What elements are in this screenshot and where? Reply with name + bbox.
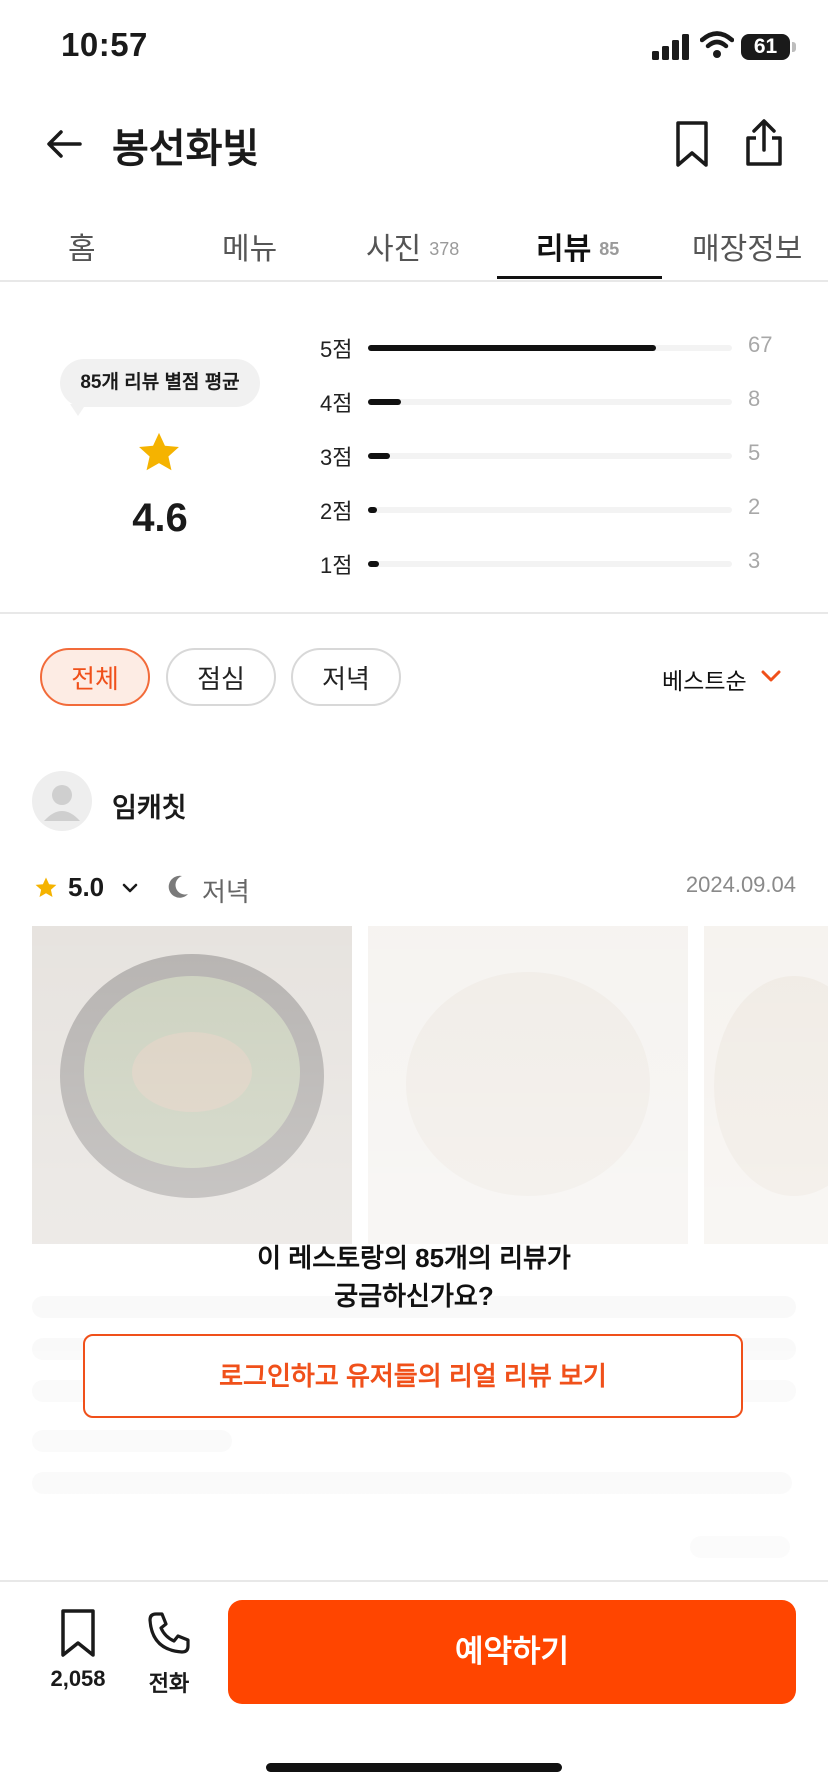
chevron-down-icon[interactable] bbox=[122, 882, 138, 894]
login-to-view-reviews-button[interactable]: 로그인하고 유저들의 리얼 리뷰 보기 bbox=[83, 1334, 743, 1418]
page-title: 봉선화빛 bbox=[112, 127, 260, 171]
phone-icon[interactable] bbox=[146, 1610, 192, 1656]
rating-bar-fill bbox=[368, 561, 379, 567]
star-icon bbox=[35, 877, 57, 897]
user-silhouette-icon bbox=[44, 785, 80, 821]
rating-count: 67 bbox=[748, 332, 773, 357]
tab-count: 85 bbox=[599, 239, 620, 259]
average-rating: 4.6 bbox=[132, 496, 188, 540]
bookmark-icon[interactable] bbox=[672, 120, 712, 168]
rating-summary-bubble: 85개 리뷰 별점 평균 bbox=[60, 359, 260, 407]
rating-label: 5점 bbox=[320, 337, 353, 362]
login-prompt-line2: 궁금하신가요? bbox=[334, 1281, 494, 1311]
status-time: 10:57 bbox=[61, 26, 148, 63]
star-icon bbox=[139, 432, 179, 471]
home-indicator bbox=[266, 1763, 562, 1772]
review-meal-time: 저녁 bbox=[202, 877, 250, 907]
login-prompt-line1: 이 레스토랑의 85개의 리뷰가 bbox=[257, 1243, 571, 1273]
sort-dropdown[interactable]: 베스트순 bbox=[662, 662, 747, 696]
chevron-down-icon[interactable] bbox=[760, 668, 782, 684]
save-count: 2,058 bbox=[50, 1666, 106, 1691]
filter-chip-lunch[interactable]: 점심 bbox=[166, 648, 276, 706]
rating-label: 1점 bbox=[320, 553, 353, 578]
tab-reviews[interactable]: 리뷰 85 bbox=[536, 224, 619, 268]
rating-distribution-row: 5점 67 bbox=[320, 332, 780, 362]
battery-indicator: 61 bbox=[741, 34, 790, 60]
filter-chip-all[interactable]: 전체 bbox=[40, 648, 150, 706]
rating-bar-track bbox=[368, 561, 732, 567]
bubble-tail bbox=[70, 404, 86, 416]
rating-label: 4점 bbox=[320, 391, 353, 416]
tab-label: 매장정보 bbox=[692, 233, 803, 266]
tab-label: 메뉴 bbox=[222, 233, 278, 266]
reserve-button[interactable]: 예약하기 bbox=[228, 1600, 796, 1704]
rating-count: 3 bbox=[748, 548, 761, 573]
rating-bar-fill bbox=[368, 453, 390, 459]
rating-label: 3점 bbox=[320, 445, 353, 470]
bookmark-icon[interactable] bbox=[56, 1608, 100, 1658]
rating-count: 8 bbox=[748, 386, 761, 411]
rating-bar-fill bbox=[368, 345, 656, 351]
rating-bar-fill bbox=[368, 399, 401, 405]
rating-bar-track bbox=[368, 399, 732, 405]
tab-label: 홈 bbox=[68, 233, 96, 266]
back-arrow-icon[interactable] bbox=[44, 124, 84, 164]
rating-bar-track bbox=[368, 507, 732, 513]
active-tab-indicator bbox=[497, 276, 662, 279]
moon-icon bbox=[168, 875, 188, 898]
tab-photos[interactable]: 사진 378 bbox=[366, 224, 459, 268]
section-divider bbox=[0, 612, 828, 614]
bottom-bar-divider bbox=[0, 1580, 828, 1582]
wifi-icon bbox=[700, 31, 734, 58]
tab-home[interactable]: 홈 bbox=[68, 224, 96, 268]
rating-distribution-row: 1점 3 bbox=[320, 548, 780, 578]
rating-count: 5 bbox=[748, 440, 761, 465]
rating-distribution-row: 3점 5 bbox=[320, 440, 780, 470]
filter-chip-dinner[interactable]: 저녁 bbox=[291, 648, 401, 706]
tab-store-info[interactable]: 매장정보 bbox=[692, 224, 802, 268]
review-date: 2024.09.04 bbox=[685, 872, 796, 897]
share-icon[interactable] bbox=[742, 118, 786, 168]
tab-count: 378 bbox=[429, 239, 460, 259]
tab-menu[interactable]: 메뉴 bbox=[222, 224, 277, 268]
rating-bar-track bbox=[368, 453, 732, 459]
review-score[interactable]: 5.0 bbox=[68, 872, 104, 903]
rating-distribution-row: 4점 8 bbox=[320, 386, 780, 416]
rating-count: 2 bbox=[748, 494, 761, 519]
tab-bar: 홈 메뉴 사진 378 리뷰 85 매장정보 bbox=[0, 208, 828, 282]
rating-bar-track bbox=[368, 345, 732, 351]
phone-label[interactable]: 전화 bbox=[136, 1666, 202, 1698]
rating-label: 2점 bbox=[320, 499, 353, 524]
avatar[interactable] bbox=[32, 771, 92, 831]
battery-tip bbox=[792, 42, 796, 52]
tab-label: 사진 bbox=[366, 233, 422, 266]
cellular-signal-icon bbox=[652, 34, 689, 60]
rating-bar-fill bbox=[368, 507, 378, 513]
tab-label: 리뷰 bbox=[536, 233, 592, 266]
rating-distribution-row: 2점 2 bbox=[320, 494, 780, 524]
reviewer-name[interactable]: 임캐칫 bbox=[112, 786, 187, 825]
